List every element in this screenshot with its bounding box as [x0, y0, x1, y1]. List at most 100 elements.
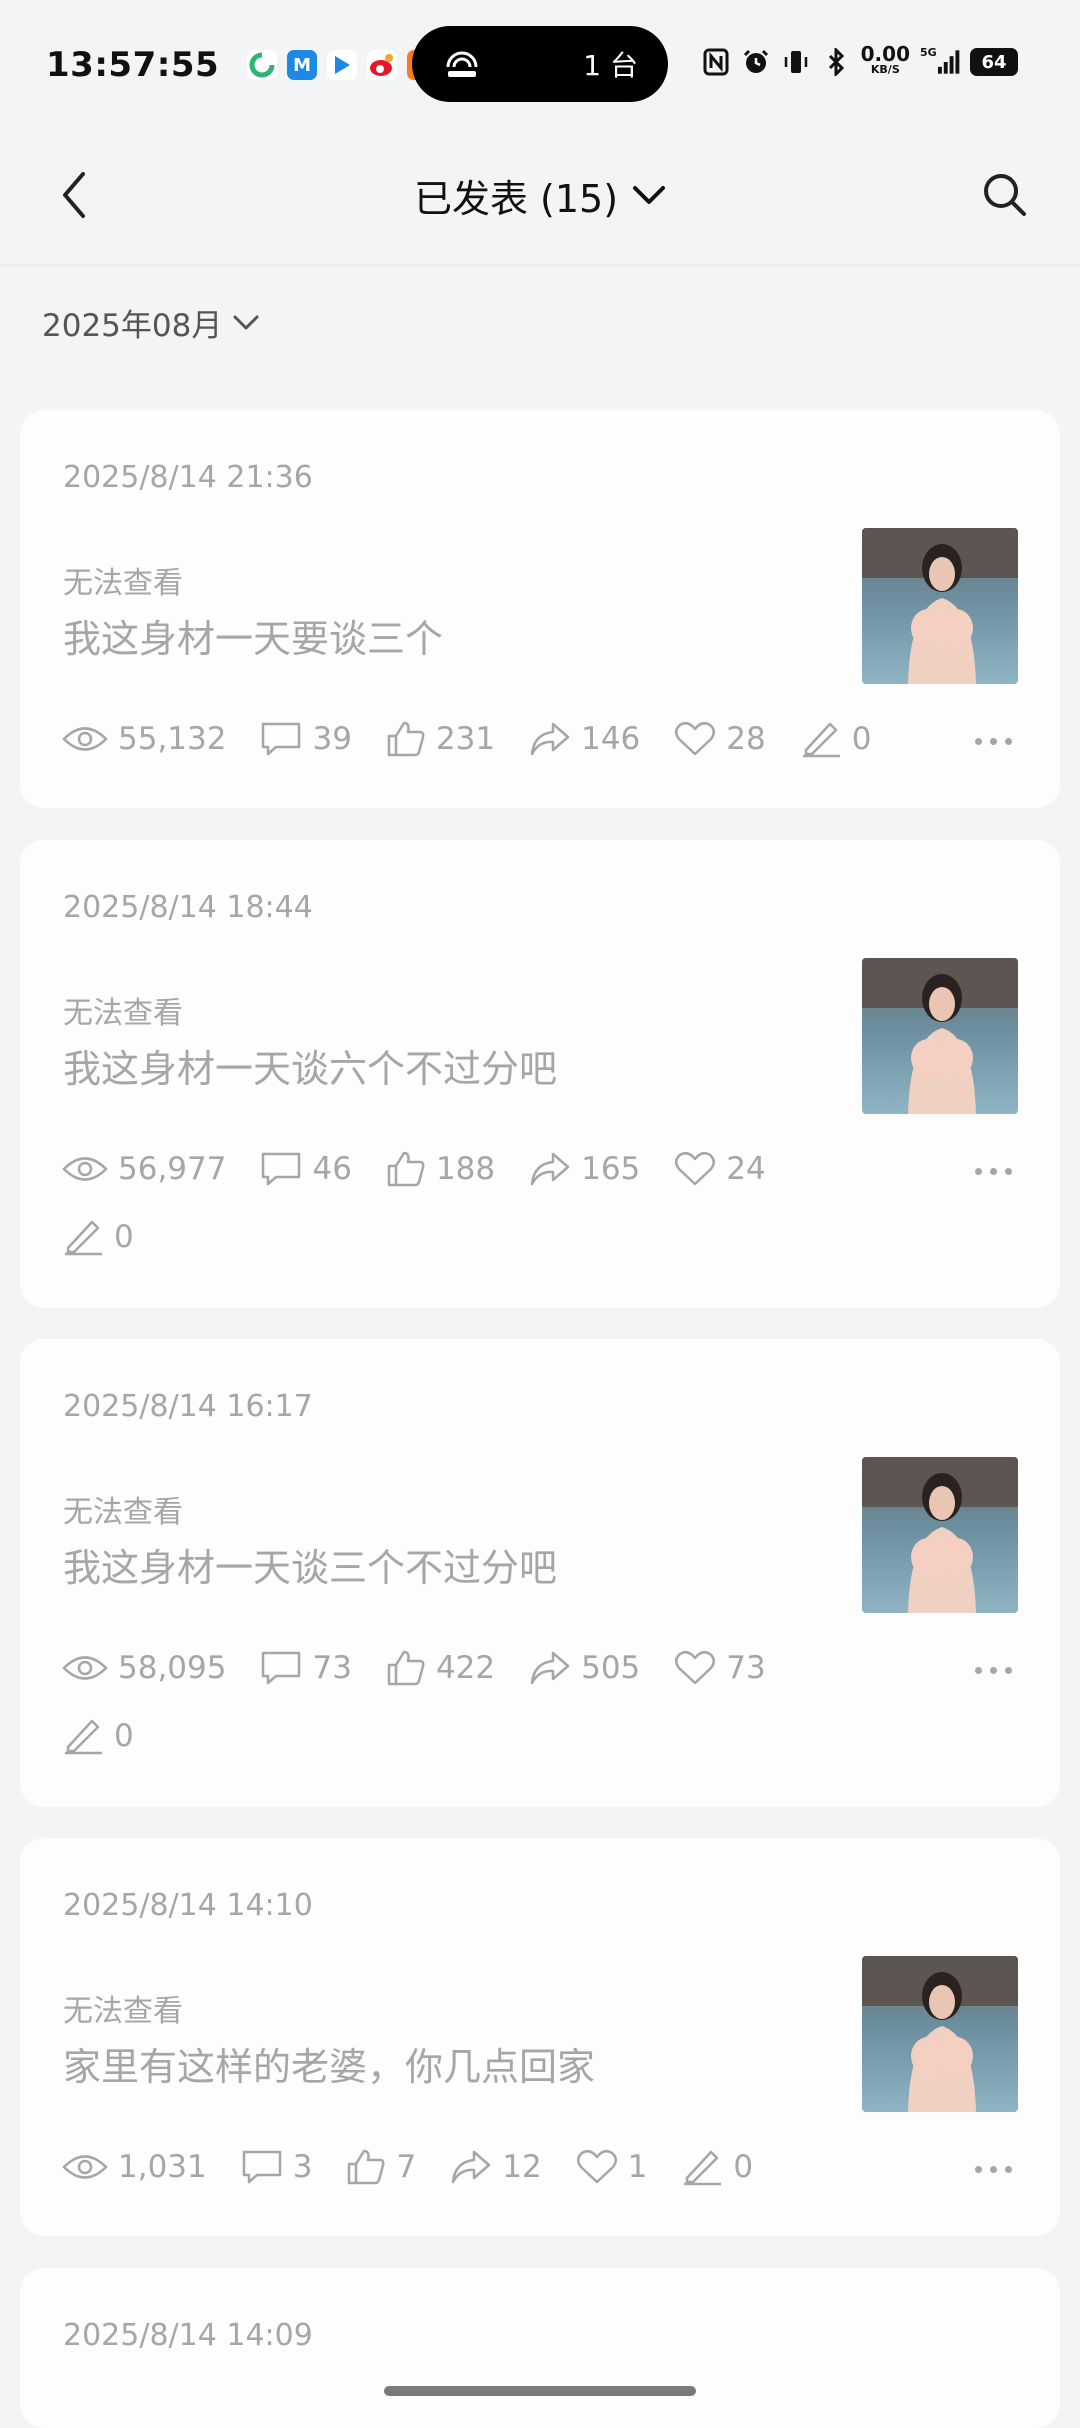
network-speed: 0.00 KB/S	[860, 42, 910, 77]
post-text: 我这身材一天谈六个不过分吧	[63, 1047, 558, 1091]
chevron-left-icon	[63, 172, 85, 218]
views-stat: 1,031	[62, 2149, 207, 2185]
comments-stat[interactable]: 3	[241, 2149, 312, 2185]
views-count: 58,095	[118, 1650, 227, 1686]
post-thumbnail[interactable]	[862, 958, 1018, 1114]
post-card[interactable]: 2025/8/14 21:36 无法查看 我这身材一天要谈三个 55,132 3…	[20, 410, 1060, 808]
more-options-button[interactable]	[975, 2166, 1012, 2173]
play-app-icon	[327, 50, 358, 80]
likes-count: 422	[435, 1650, 496, 1686]
share-icon	[530, 1651, 570, 1685]
dynamic-island-pill: 1 台	[412, 26, 668, 102]
favorites-count: 1	[627, 2149, 648, 2185]
edits-stat[interactable]: 0	[62, 1218, 134, 1256]
comment-icon	[262, 1152, 301, 1186]
comments-stat[interactable]: 39	[260, 721, 352, 757]
favorites-stat[interactable]: 28	[674, 721, 766, 757]
shares-count: 146	[581, 721, 641, 757]
pen-icon	[65, 1719, 102, 1755]
status-time: 13:57:55	[46, 45, 220, 85]
status-bar: 13:57:55 M 文 1 台 0.00 KB/S	[0, 0, 1080, 130]
home-indicator[interactable]	[384, 2386, 696, 2396]
pen-icon	[802, 722, 840, 758]
post-thumbnail[interactable]	[862, 1457, 1018, 1613]
thumbs-up-icon	[387, 1151, 425, 1187]
edits-count: 0	[733, 2149, 754, 2185]
post-stats: 58,095 73 422 505 73	[62, 1649, 800, 1687]
comments-count: 39	[312, 721, 352, 757]
chevron-down-icon	[233, 315, 259, 329]
views-stat: 55,132	[62, 721, 226, 757]
app-notification-icon	[247, 50, 278, 80]
post-date: 2025/8/14 18:44	[63, 890, 313, 925]
shares-stat[interactable]: 146	[529, 721, 640, 757]
post-date: 2025/8/14 14:09	[63, 2318, 313, 2353]
likes-count: 231	[435, 721, 496, 757]
likes-stat[interactable]: 231	[386, 720, 495, 758]
share-icon	[530, 722, 570, 756]
month-filter-label: 2025年08月	[42, 308, 223, 344]
comments-stat[interactable]: 46	[260, 1151, 352, 1187]
edits-stat[interactable]: 0	[62, 1717, 134, 1755]
eye-icon	[62, 1656, 108, 1680]
edits-count: 0	[114, 1219, 134, 1255]
pen-icon	[65, 1220, 102, 1256]
heart-icon	[675, 721, 716, 756]
post-status: 无法查看	[63, 566, 183, 601]
likes-stat[interactable]: 7	[346, 2148, 416, 2186]
likes-stat[interactable]: 422	[386, 1649, 495, 1687]
search-icon	[984, 174, 1026, 216]
comments-count: 73	[312, 1650, 352, 1686]
comment-icon	[262, 1651, 301, 1685]
share-icon	[451, 2150, 491, 2184]
views-count: 56,977	[118, 1151, 227, 1187]
views-stat: 58,095	[62, 1650, 226, 1686]
more-options-button[interactable]	[975, 1667, 1012, 1674]
vibrate-icon	[781, 46, 811, 78]
eye-icon	[62, 2155, 108, 2179]
post-stats: 1,031 3 7 12 1 0	[62, 2148, 787, 2186]
shares-count: 505	[581, 1650, 641, 1686]
nav-bar: 已发表 (15)	[0, 130, 1080, 260]
weibo-icon	[367, 50, 398, 80]
more-options-button[interactable]	[975, 738, 1012, 745]
views-count: 55,132	[118, 721, 227, 757]
shares-stat[interactable]: 505	[529, 1650, 640, 1686]
more-options-button[interactable]	[975, 1168, 1012, 1175]
nfc-icon	[701, 46, 731, 78]
comments-stat[interactable]: 73	[260, 1650, 352, 1686]
likes-count: 7	[396, 2149, 417, 2185]
edits-stat[interactable]: 0	[800, 720, 871, 758]
favorites-stat[interactable]: 24	[674, 1151, 766, 1187]
favorites-count: 24	[726, 1151, 766, 1187]
post-thumbnail[interactable]	[862, 528, 1018, 684]
network-speed-value: 0.00	[860, 42, 910, 66]
back-button[interactable]	[44, 162, 104, 228]
post-date: 2025/8/14 14:10	[63, 1888, 313, 1923]
edits-stat[interactable]: 0	[681, 2148, 753, 2186]
search-button[interactable]	[974, 164, 1034, 224]
title-dropdown[interactable]: 已发表 (15)	[414, 168, 666, 223]
edits-count: 0	[114, 1718, 134, 1754]
shares-stat[interactable]: 12	[450, 2149, 542, 2185]
post-stats: 55,132 39 231 146 28 0	[62, 720, 905, 758]
post-date: 2025/8/14 16:17	[63, 1389, 313, 1424]
post-text: 家里有这样的老婆，你几点回家	[63, 2045, 596, 2089]
favorites-stat[interactable]: 1	[576, 2149, 648, 2185]
shares-count: 165	[581, 1151, 641, 1187]
post-thumbnail[interactable]	[862, 1956, 1018, 2112]
likes-stat[interactable]: 188	[386, 1150, 495, 1188]
post-text: 我这身材一天谈三个不过分吧	[63, 1546, 558, 1590]
post-card[interactable]: 2025/8/14 14:10 无法查看 家里有这样的老婆，你几点回家 1,03…	[20, 1838, 1060, 2236]
likes-count: 188	[435, 1151, 496, 1187]
post-card[interactable]: 2025/8/14 14:09	[20, 2268, 1060, 2428]
eye-icon	[62, 727, 108, 751]
cast-icon	[446, 51, 478, 77]
post-card[interactable]: 2025/8/14 18:44 无法查看 我这身材一天谈六个不过分吧 56,97…	[20, 840, 1060, 1308]
month-filter[interactable]: 2025年08月	[42, 300, 260, 345]
post-card[interactable]: 2025/8/14 16:17 无法查看 我这身材一天谈三个不过分吧 58,09…	[20, 1339, 1060, 1807]
post-stats: 56,977 46 188 165 24	[62, 1150, 800, 1188]
favorites-stat[interactable]: 73	[674, 1650, 766, 1686]
shares-stat[interactable]: 165	[529, 1151, 640, 1187]
post-text: 我这身材一天要谈三个	[63, 617, 444, 661]
